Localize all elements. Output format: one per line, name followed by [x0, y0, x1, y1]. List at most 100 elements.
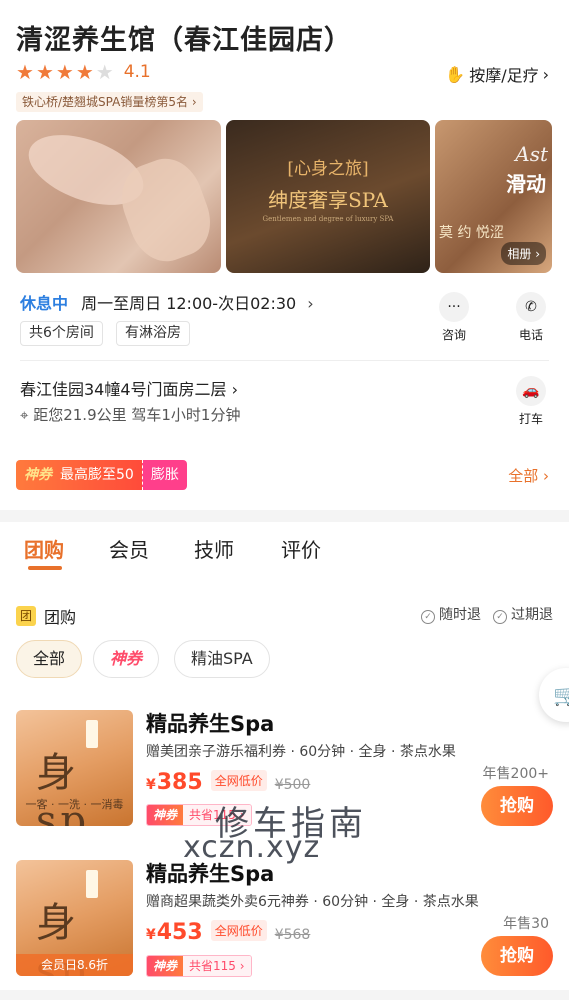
address-link[interactable]: 春江佳园34幢4号门面房二层 › — [20, 376, 238, 400]
tag-shower: 有淋浴房 — [116, 321, 190, 346]
content-tabs: 团购 会员 技师 评价 — [0, 522, 569, 582]
taxi-button[interactable]: 🚗 打车 — [508, 376, 554, 427]
distance-info: ⌖ 距您21.9公里 驾车1小时1分钟 — [20, 404, 240, 425]
rank-text: 铁心桥/楚翘城SPA销量榜第5名 — [22, 95, 188, 109]
watermark-url: xczn.xyz — [183, 830, 321, 865]
shop-detail-page: 清涩养生馆（春江佳园店） ★ ★ ★ ★ ★ 4.1 ✋ 按摩/足疗 › 铁心桥… — [0, 0, 569, 1000]
chevron-right-icon: › — [239, 959, 245, 973]
thumb-caption: 一客 · 一洗 · 一消毒 — [25, 798, 124, 811]
status-text: 休息中 — [20, 294, 69, 313]
coupon-expand: 膨胀 — [141, 460, 187, 490]
distance-text: 距您21.9公里 驾车1小时1分钟 — [33, 406, 241, 424]
photo-text: 滑动 — [506, 172, 546, 196]
star-icon: ★ — [55, 60, 74, 84]
original-price: ¥568 — [274, 927, 311, 943]
coupon-brand: 神券 — [147, 805, 184, 825]
phone-label: 电话 — [518, 328, 543, 342]
refund-anytime: ✓ 随时退 — [421, 604, 481, 624]
photo-text: Gentlemen and degree of luxury SPA — [262, 215, 394, 223]
tab-reviews[interactable]: 评价 — [281, 534, 321, 563]
consult-button[interactable]: ··· 咨询 — [431, 292, 477, 343]
coupon-all-link[interactable]: 全部 › — [508, 465, 549, 486]
tab-membership[interactable]: 会员 — [109, 534, 149, 563]
coupon-max: 最高膨至50 — [60, 467, 134, 483]
member-day-badge: 会员日8.6折 — [16, 954, 133, 976]
star-icon: ★ — [16, 60, 34, 84]
business-hours[interactable]: 休息中 周一至周日 12:00-次日02:30 › — [20, 290, 314, 314]
product-price: ¥453 全网低价 ¥568 — [146, 920, 310, 945]
shop-title: 清涩养生馆（春江佳园店） — [16, 25, 352, 56]
refund-policy: ✓ 随时退 ✓ 过期退 — [421, 604, 553, 624]
coupon-banner[interactable]: 神券 最高膨至50 膨胀 — [16, 460, 187, 490]
price-value: ¥385 — [146, 770, 203, 795]
refund-expired-label: 过期退 — [511, 607, 553, 623]
hand-icon: ✋ — [445, 64, 466, 84]
taxi-label: 打车 — [518, 412, 543, 426]
category-label: 按摩/足疗 — [469, 66, 539, 85]
active-tab-indicator — [28, 566, 62, 570]
tab-groupbuy[interactable]: 团购 — [24, 534, 64, 563]
shop-photo-3[interactable]: Ast 滑动 莫 约 悦涩 相册 › — [435, 120, 552, 273]
price-number: 453 — [156, 920, 203, 945]
groupbuy-icon: 团 — [16, 606, 36, 626]
album-button[interactable]: 相册 › — [501, 242, 546, 265]
product-thumbnail[interactable]: 身sp 一客 · 一洗 · 一消毒 — [16, 710, 133, 826]
photo-text: Ast — [515, 142, 548, 166]
coupon-saving-text: 共省115 — [189, 959, 236, 973]
product-desc: 赠商超果蔬类外卖6元神券 · 60分钟 · 全身 · 茶点水果 — [146, 894, 479, 910]
phone-icon: ✆ — [516, 292, 546, 322]
low-price-badge: 全网低价 — [210, 770, 267, 791]
hours-text: 周一至周日 12:00-次日02:30 — [81, 294, 297, 313]
coupon-saving-tag[interactable]: 神券 共省115 › — [146, 955, 252, 977]
thumb-text: 身sp — [36, 750, 91, 826]
price-value: ¥453 — [146, 920, 203, 945]
coupon-saving: 共省115 › — [183, 956, 251, 976]
filter-all[interactable]: 全部 — [16, 640, 83, 678]
star-icon: ★ — [35, 60, 54, 84]
coupon-all-label: 全部 — [508, 467, 539, 485]
cart-icon[interactable]: 🛒 — [539, 668, 569, 722]
price-number: 385 — [156, 770, 203, 795]
check-circle-icon: ✓ — [421, 610, 435, 624]
product-desc: 赠美团亲子游乐福利券 · 60分钟 · 全身 · 茶点水果 — [146, 744, 456, 760]
tag-rooms: 共6个房间 — [20, 321, 103, 346]
buy-button[interactable]: 抢购 — [481, 786, 553, 826]
tab-technicians[interactable]: 技师 — [194, 534, 234, 563]
buy-button[interactable]: 抢购 — [481, 936, 553, 976]
check-circle-icon: ✓ — [493, 610, 507, 624]
consult-label: 咨询 — [441, 328, 466, 342]
chevron-right-icon: › — [543, 467, 549, 485]
chat-icon: ··· — [439, 292, 469, 322]
star-icon: ★ — [95, 60, 114, 84]
groupbuy-header: 团 团购 — [16, 604, 76, 628]
chevron-right-icon: › — [535, 247, 540, 261]
refund-anytime-label: 随时退 — [439, 607, 481, 623]
chevron-right-icon: › — [231, 380, 239, 399]
chevron-right-icon: › — [307, 294, 314, 313]
category-link[interactable]: ✋ 按摩/足疗 › — [445, 62, 549, 86]
filter-coupon[interactable]: 神券 — [93, 640, 160, 678]
original-price: ¥500 — [274, 777, 311, 793]
low-price-badge: 全网低价 — [210, 920, 267, 941]
shop-photo-1[interactable] — [16, 120, 221, 273]
photo-text: 莫 约 悦涩 — [439, 225, 504, 241]
shop-photo-2[interactable]: [心身之旅] 绅度奢享SPA Gentlemen and degree of l… — [226, 120, 430, 273]
filter-oil-spa[interactable]: 精油SPA — [174, 640, 270, 678]
product-title[interactable]: 精品养生Spa — [146, 708, 274, 738]
car-icon: 🚗 — [516, 376, 546, 406]
rating-stars[interactable]: ★ ★ ★ ★ ★ 4.1 — [16, 62, 151, 82]
bottom-separator — [0, 990, 569, 1000]
phone-button[interactable]: ✆ 电话 — [508, 292, 554, 343]
refund-expired: ✓ 过期退 — [493, 604, 553, 624]
location-pin-icon: ⌖ — [20, 406, 34, 424]
shop-header: 清涩养生馆（春江佳园店） ★ ★ ★ ★ ★ 4.1 ✋ 按摩/足疗 › 铁心桥… — [0, 0, 569, 510]
product-price: ¥385 全网低价 ¥500 — [146, 770, 310, 795]
star-icon: ★ — [75, 60, 94, 84]
coupon-main: 神券 最高膨至50 — [16, 460, 142, 490]
product-thumbnail[interactable]: 身sp 会员日8.6折 — [16, 860, 133, 976]
photo-text: [心身之旅] — [287, 159, 369, 179]
chevron-right-icon: › — [191, 95, 197, 109]
coupon-brand: 神券 — [24, 467, 52, 483]
rank-badge[interactable]: 铁心桥/楚翘城SPA销量榜第5名 › — [16, 92, 203, 112]
section-separator — [0, 510, 569, 522]
